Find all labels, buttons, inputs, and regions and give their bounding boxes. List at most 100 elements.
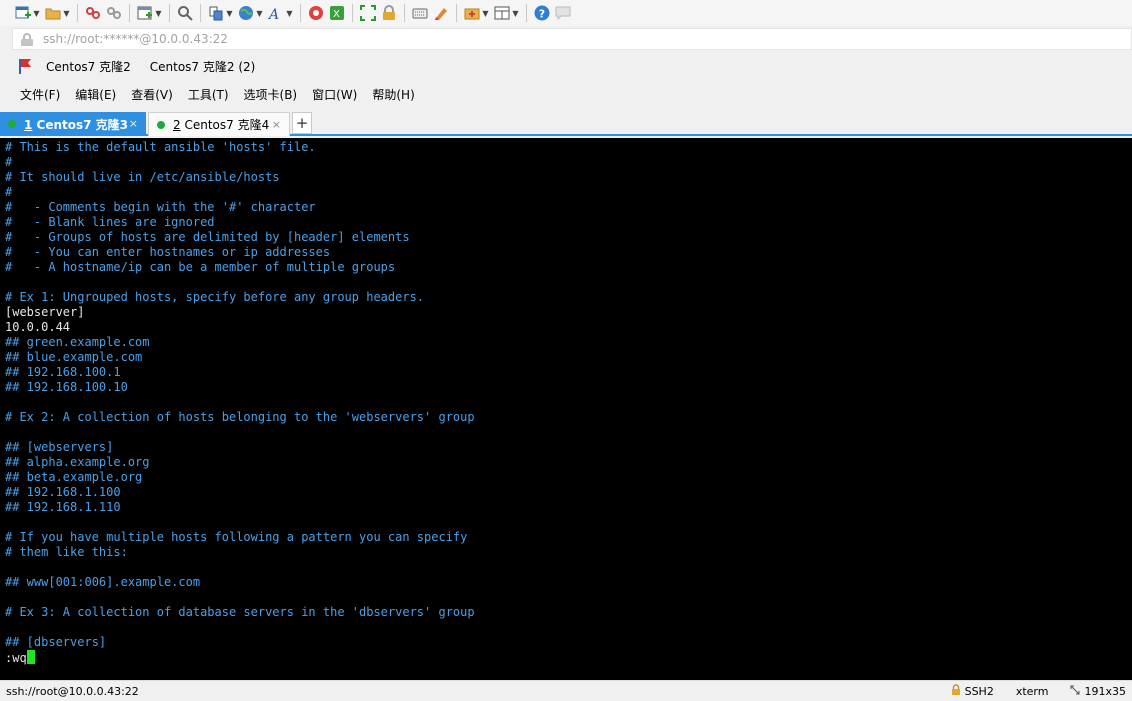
help-button[interactable]: ? [533,2,551,24]
terminal-line: # - Blank lines are ignored [5,215,215,229]
terminal-line: ## alpha.example.org [5,455,150,469]
menu-view[interactable]: 查看(V) [131,86,173,103]
svg-text:A: A [268,7,279,21]
terminal-line: ## www[001:006].example.com [5,575,201,589]
new-session-icon [14,4,32,22]
tab-session-2[interactable]: 2 Centos7 克隆4 × [148,112,290,136]
status-dot [157,120,165,129]
resize-icon [1070,685,1080,698]
font-icon: A [267,4,285,22]
tab-bar: 1 Centos7 克隆3 × 2 Centos7 克隆4 × + [0,110,1132,136]
close-icon[interactable]: × [272,118,281,131]
chevron-down-icon[interactable]: ▼ [225,4,234,22]
close-icon[interactable]: × [129,117,138,130]
compose-button[interactable]: ▼ [463,2,490,24]
toolbar: ▼ ▼ ▼ ▼ ▼ A ▼ X ▼ ▼ ? [0,0,1132,26]
new-tab-button[interactable]: ▼ [136,2,163,24]
chevron-down-icon[interactable]: ▼ [285,4,294,22]
find-icon [176,4,194,22]
cursor [26,650,35,664]
chat-icon [554,4,572,22]
reconnect-button[interactable] [105,2,123,24]
chat-button[interactable] [554,2,572,24]
terminal-line: # [5,155,13,169]
globe-icon [237,4,255,22]
toolbar-divider [129,4,130,22]
address-bar[interactable]: ssh://root:******@10.0.0.43:22 [12,28,1132,50]
menu-edit[interactable]: 编辑(E) [75,86,116,103]
open-folder-icon [44,4,62,22]
status-bar: ssh://root@10.0.0.43:22 SSH2 xterm 191x3… [0,680,1132,701]
bookmark-item[interactable]: Centos7 克隆2 (2) [150,58,256,75]
lock-button[interactable] [380,2,398,24]
terminal-line: 10.0.0.44 [5,320,71,334]
tab-number: 2 [173,118,181,132]
menu-file[interactable]: 文件(F) [20,86,60,103]
transfer-button[interactable]: ▼ [207,2,234,24]
xmanager-button[interactable]: X [328,2,346,24]
highlight-button[interactable] [432,2,450,24]
fullscreen-button[interactable] [359,2,377,24]
terminal-line: # This is the default ansible 'hosts' fi… [5,140,316,154]
bookmark-item[interactable]: Centos7 克隆2 [46,58,131,75]
terminal-line: [webserver] [5,305,85,319]
terminal-line: ## [dbservers] [5,635,107,649]
toolbar-divider [169,4,170,22]
toolbar-divider [200,4,201,22]
svg-text:X: X [333,9,340,20]
globe-button[interactable]: ▼ [237,2,264,24]
open-button[interactable]: ▼ [44,2,71,24]
tab-title: Centos7 克隆3 [32,117,129,132]
status-size-segment: 191x35 [1070,685,1126,698]
tab-session-1[interactable]: 1 Centos7 克隆3 × [0,112,146,136]
disconnect-icon [84,4,102,22]
menu-tabs[interactable]: 选项卡(B) [244,86,298,103]
terminal-line: # It should live in /etc/ansible/hosts [5,170,280,184]
menu-help[interactable]: 帮助(H) [372,86,414,103]
terminal-line: ## 192.168.1.110 [5,500,121,514]
xmanager-icon: X [328,4,346,22]
vim-command: :wq [5,651,27,665]
address-text: ssh://root:******@10.0.0.43:22 [43,32,228,46]
terminal-line: ## green.example.com [5,335,150,349]
terminal-line: # If you have multiple hosts following a… [5,530,468,544]
terminal-line: ## beta.example.org [5,470,143,484]
add-tab-button[interactable]: + [292,112,312,134]
reconnect-icon [105,4,123,22]
svg-text:?: ? [539,8,545,21]
terminal[interactable]: # This is the default ansible 'hosts' fi… [0,138,1132,680]
chevron-down-icon[interactable]: ▼ [511,4,520,22]
font-button[interactable]: A ▼ [267,2,294,24]
xftp-button[interactable] [307,2,325,24]
status-dot [8,120,16,128]
menu-tools[interactable]: 工具(T) [188,86,229,103]
chevron-down-icon[interactable]: ▼ [154,4,163,22]
toolbar-divider [404,4,405,22]
keyboard-button[interactable] [411,2,429,24]
find-button[interactable] [176,2,194,24]
terminal-line: ## 192.168.1.100 [5,485,121,499]
chevron-down-icon[interactable]: ▼ [481,4,490,22]
chevron-down-icon[interactable]: ▼ [32,4,41,22]
status-protocol: SSH2 [964,684,994,698]
layout-button[interactable]: ▼ [493,2,520,24]
toolbar-divider [456,4,457,22]
terminal-line: # - Comments begin with the '#' characte… [5,200,316,214]
terminal-line: ## blue.example.com [5,350,143,364]
disconnect-button[interactable] [84,2,102,24]
new-session-button[interactable]: ▼ [14,2,41,24]
transfer-icon [207,4,225,22]
fullscreen-icon [359,4,377,22]
vim-command-line: :wq [5,650,1132,665]
menu-window[interactable]: 窗口(W) [312,86,357,103]
chevron-down-icon[interactable]: ▼ [62,4,71,22]
terminal-line: # them like this: [5,545,128,559]
new-tab-icon [136,4,154,22]
chevron-down-icon[interactable]: ▼ [255,4,264,22]
toolbar-divider [526,4,527,22]
help-icon: ? [533,4,551,22]
